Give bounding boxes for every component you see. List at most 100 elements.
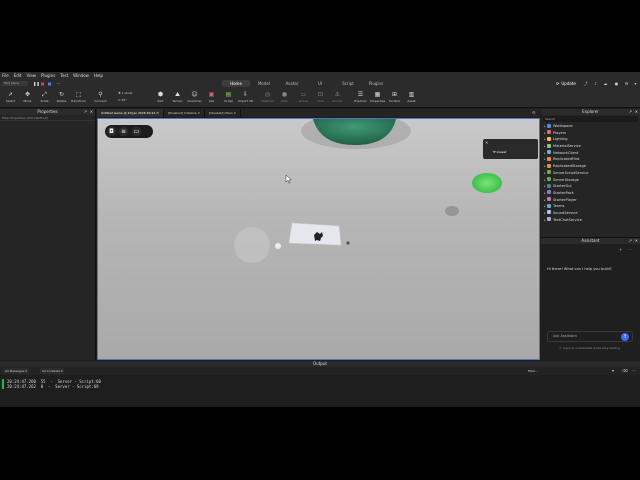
explorer-item-startergui[interactable]: ▸ StarterGui [541, 183, 640, 190]
explorer-item-workspace[interactable]: ▸ Workspace [541, 123, 640, 130]
move-tool-button[interactable]: ✥ Move [20, 90, 35, 107]
3d-viewport[interactable]: ◘ ≡ ▭ ✕ ⚒ lowest [97, 118, 540, 360]
popout-icon[interactable]: ↗ [84, 109, 87, 115]
close-icon[interactable]: ✕ [233, 111, 237, 115]
explorer-item-replicatedstorage[interactable]: ▸ ReplicatedStorage [541, 163, 640, 170]
menu-plugins[interactable]: Plugins [41, 73, 55, 78]
menu-view[interactable]: View [26, 73, 36, 78]
part-button[interactable]: ⬢ Part [153, 90, 168, 107]
test-mode-icon[interactable]: ■ [47, 81, 52, 86]
lock-button[interactable]: ⊡ Lock [313, 90, 328, 107]
document-tab[interactable]: [Disabled] Main ✕ [205, 109, 242, 117]
tab-home[interactable]: Home [222, 80, 250, 87]
explorer-item-label: ReplicatedStorage [553, 164, 586, 169]
document-tab[interactable]: [Disabled] Initialize ✕ [164, 109, 206, 117]
menu-window[interactable]: Window [73, 73, 89, 78]
snap-move[interactable]: ✚ 1 studs [118, 91, 132, 95]
scale-tool-button[interactable]: ⤢ Scale [37, 90, 52, 107]
messages-filter-dropdown[interactable]: All Messages ▾ [3, 368, 29, 374]
popout-icon[interactable]: ↗ [629, 109, 632, 115]
chat-icon[interactable]: ▭ [132, 127, 141, 136]
group-button[interactable]: ▭ Group [296, 90, 311, 107]
close-icon[interactable]: ✕ [90, 109, 93, 115]
clear-icon[interactable]: ⌫ [622, 368, 628, 373]
explorer-search-input[interactable]: Search [543, 116, 638, 122]
output-filter-input[interactable]: Filter... [526, 368, 540, 374]
white-ball[interactable] [275, 243, 281, 249]
material-button[interactable]: ◎ Material [260, 90, 275, 107]
contexts-filter-dropdown[interactable]: All Contexts ▾ [40, 368, 65, 374]
menu-help[interactable]: Help [94, 73, 103, 78]
avatar-icon[interactable]: ● [614, 81, 619, 86]
roblox-logo-icon[interactable]: ◘ [107, 127, 116, 136]
properties-button[interactable]: ▦ Properties [370, 90, 385, 107]
share-icon[interactable]: ⤴ [583, 81, 588, 86]
close-icon[interactable]: ✕ [485, 140, 488, 145]
close-icon[interactable]: ✕ [635, 109, 638, 115]
color-button[interactable]: ● Color [277, 90, 292, 107]
menu-icon[interactable]: ≡ [119, 127, 128, 136]
cloud-icon[interactable]: ☁ [603, 81, 608, 86]
lowest-label: ⚒ lowest [493, 150, 507, 154]
tool-icon: ⚒ [493, 150, 496, 154]
explorer-item-textchatservice[interactable]: ▸ TextChatService [541, 217, 640, 224]
explorer-item-networkclient[interactable]: ▸ NetworkClient [541, 150, 640, 157]
send-icon[interactable]: ↑ [621, 333, 629, 341]
script-button[interactable]: ▤ Script [221, 90, 236, 107]
menu-file[interactable]: File [2, 73, 9, 78]
explorer-item-lighting[interactable]: ▸ Lighting [541, 136, 640, 143]
gui-button[interactable]: ▣ GUI [204, 90, 219, 107]
tab-script[interactable]: Script [334, 80, 362, 87]
explorer-item-serverscriptservice[interactable]: ▸ ServerScriptService [541, 170, 640, 177]
tab-model[interactable]: Model [250, 80, 278, 87]
more-icon[interactable]: ⋯ [628, 247, 632, 252]
tab-avatar[interactable]: Avatar [278, 80, 306, 87]
snap-rotate[interactable]: ↻ 45° [118, 98, 127, 102]
more-icon[interactable]: ⋯ [56, 81, 61, 86]
tab-settings-icon[interactable]: ⚙ [532, 110, 536, 115]
explorer-item-starterplayer[interactable]: ▸ StarterPlayer [541, 197, 640, 204]
more-icon[interactable]: ⋯ [632, 368, 636, 373]
explorer-item-label: SoundService [553, 210, 578, 215]
document-tab[interactable]: Untitled Game @ 20 Jan 2026 20:24 ✕ [97, 109, 164, 117]
anchor-button[interactable]: ⚓ Anchor [330, 90, 345, 107]
bell-icon[interactable]: ♪ [593, 81, 598, 86]
update-button[interactable]: ⟳ Update [556, 80, 578, 87]
stop-icon[interactable]: ■ [40, 81, 45, 86]
toolbox-button[interactable]: ⊞ Toolbox [387, 90, 402, 107]
rotate-tool-button[interactable]: ↻ Rotate [54, 90, 69, 107]
tab-ui[interactable]: UI [306, 80, 334, 87]
popout-icon[interactable]: ↗ [629, 238, 632, 244]
explorer-item-soundservice[interactable]: ▸ SoundService [541, 210, 640, 217]
connect-tool-button[interactable]: ⚲ Connect [93, 90, 108, 107]
character-button[interactable]: ☺ Character [187, 90, 202, 107]
service-icon [547, 156, 551, 161]
close-icon[interactable]: ✕ [155, 111, 159, 115]
settings-icon[interactable]: ⚙ [624, 81, 629, 86]
select-tool-button[interactable]: ➚ Select [3, 90, 18, 107]
explorer-item-serverstorage[interactable]: ▸ ServerStorage [541, 177, 640, 184]
place-selector[interactable]: Test place [2, 81, 28, 86]
tab-plugins[interactable]: Plugins [362, 80, 390, 87]
terrain-button[interactable]: ⛰ Terrain [170, 90, 185, 107]
menu-test[interactable]: Test [60, 73, 68, 78]
explorer-item-materialservice[interactable]: ▸ MaterialService [541, 143, 640, 150]
explorer-item-replicatedfirst[interactable]: ▸ ReplicatedFirst [541, 156, 640, 163]
pause-icon[interactable]: ❚❚ [33, 81, 40, 86]
import-3d-button[interactable]: ⇩ Import 3D [238, 90, 253, 107]
explorer-button[interactable]: ☰ Explorer [353, 90, 368, 107]
transform-tool-button[interactable]: ⬚ Transform [71, 90, 86, 107]
properties-filter-input[interactable]: Filter Properties (Ctrl+Shift+P) [0, 115, 95, 121]
add-icon[interactable]: + [619, 247, 622, 252]
asset-manager-button[interactable]: ▥ Asset [404, 90, 419, 107]
dropdown-icon[interactable]: ▾ [633, 81, 638, 86]
close-icon[interactable]: ✕ [635, 238, 638, 244]
close-icon[interactable]: ✕ [197, 111, 201, 115]
chevron-down-icon[interactable]: ▾ [612, 368, 614, 373]
explorer-item-teams[interactable]: ▸ Teams [541, 203, 640, 210]
explorer-item-players[interactable]: ▸ Players [541, 130, 640, 137]
green-blob[interactable] [472, 173, 502, 193]
explorer-item-label: StarterGui [553, 184, 572, 189]
explorer-item-starterpack[interactable]: ▸ StarterPack [541, 190, 640, 197]
menu-edit[interactable]: Edit [14, 73, 22, 78]
